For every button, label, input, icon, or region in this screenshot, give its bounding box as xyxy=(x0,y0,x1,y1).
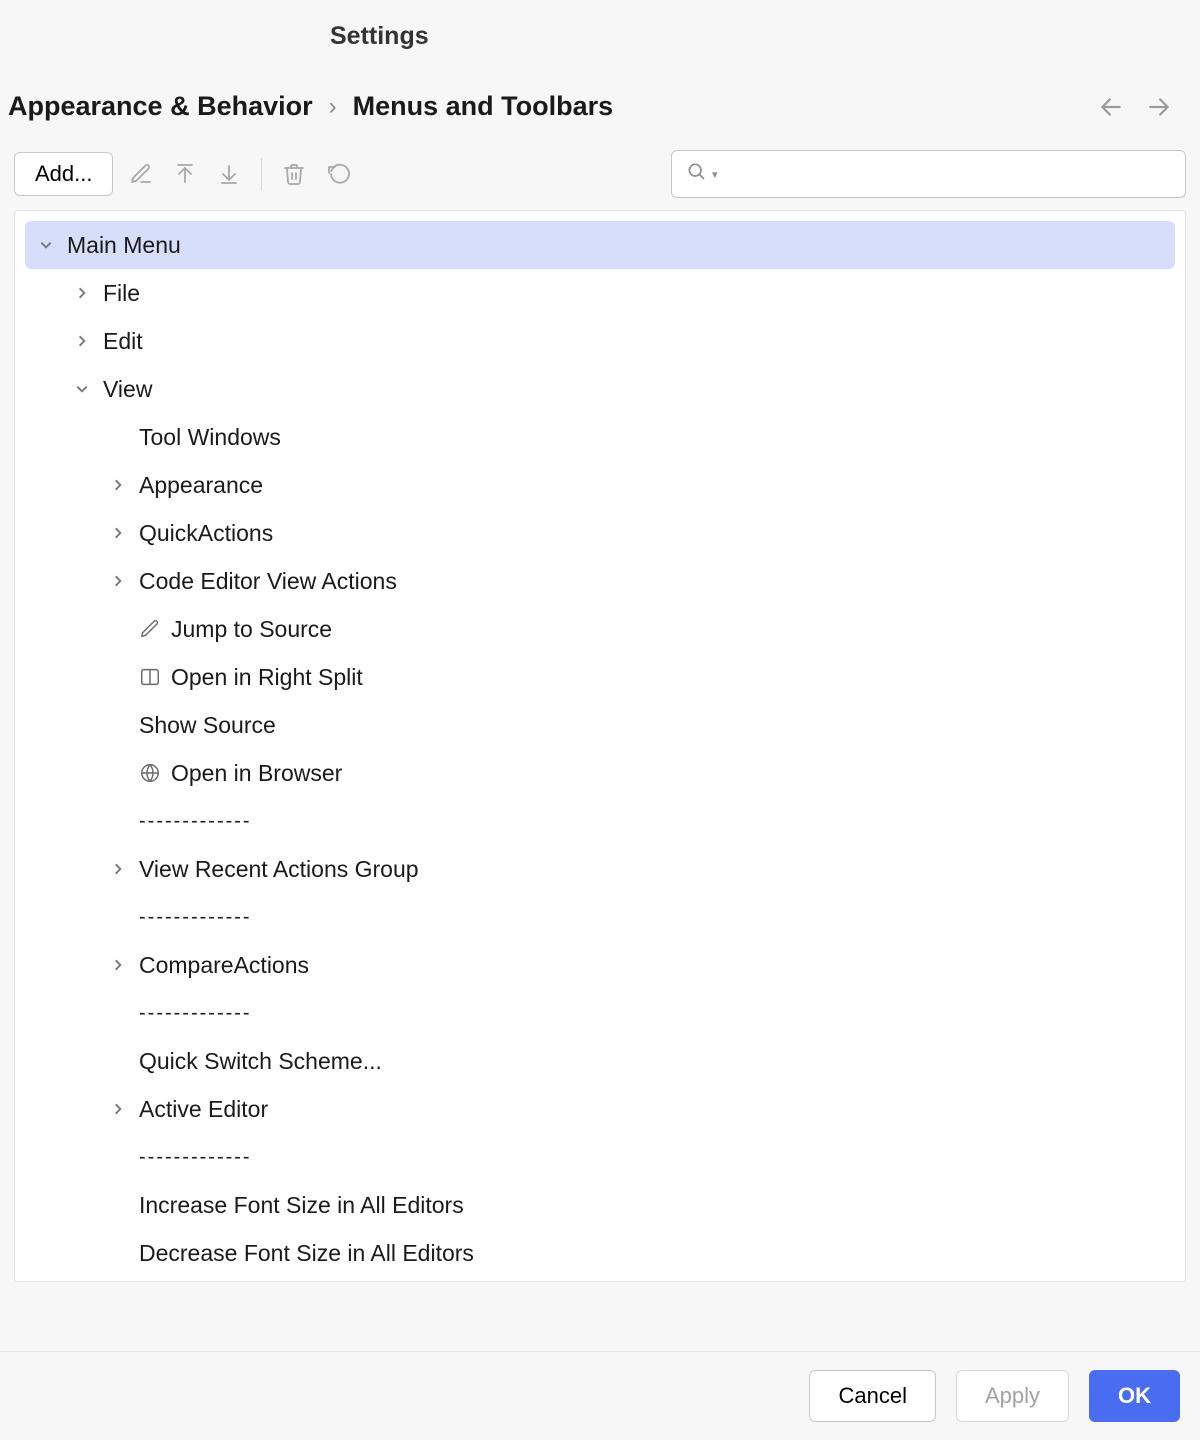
edit-icon[interactable] xyxy=(129,162,153,186)
tree-label: Show Source xyxy=(139,712,276,739)
chevron-right-icon[interactable] xyxy=(71,282,93,304)
tree-label: QuickActions xyxy=(139,520,273,547)
tree-label: Main Menu xyxy=(67,232,181,259)
move-up-icon[interactable] xyxy=(173,162,197,186)
tree-label: View Recent Actions Group xyxy=(139,856,419,883)
tree-label: Tool Windows xyxy=(139,424,281,451)
back-button[interactable] xyxy=(1098,94,1124,120)
tree-label: Open in Browser xyxy=(171,760,342,787)
window-title: Settings xyxy=(0,22,1200,51)
tree-item-file[interactable]: File xyxy=(25,269,1175,317)
tree-item-increase-font-size[interactable]: Increase Font Size in All Editors xyxy=(25,1181,1175,1229)
chevron-down-icon[interactable] xyxy=(71,378,93,400)
ok-button[interactable]: OK xyxy=(1089,1370,1180,1422)
pencil-icon xyxy=(139,618,161,640)
tree-label: Appearance xyxy=(139,472,263,499)
tree-item-main-menu[interactable]: Main Menu xyxy=(25,221,1175,269)
tree-label: View xyxy=(103,376,152,403)
tree-item-view-recent-actions-group[interactable]: View Recent Actions Group xyxy=(25,845,1175,893)
chevron-right-icon[interactable] xyxy=(107,1098,129,1120)
separator-label: ------------- xyxy=(139,1002,252,1025)
tree-item-edit[interactable]: Edit xyxy=(25,317,1175,365)
apply-button[interactable]: Apply xyxy=(956,1370,1069,1422)
tree-label: Increase Font Size in All Editors xyxy=(139,1192,464,1219)
tree-item-quick-actions[interactable]: QuickActions xyxy=(25,509,1175,557)
chevron-right-icon[interactable] xyxy=(107,858,129,880)
tree-item-compare-actions[interactable]: CompareActions xyxy=(25,941,1175,989)
tree-label: Edit xyxy=(103,328,143,355)
tree-item-decrease-font-size[interactable]: Decrease Font Size in All Editors xyxy=(25,1229,1175,1277)
chevron-right-icon[interactable] xyxy=(107,522,129,544)
tree-item-open-in-right-split[interactable]: Open in Right Split xyxy=(25,653,1175,701)
breadcrumb: Appearance & Behavior › Menus and Toolba… xyxy=(8,91,613,122)
tree-separator[interactable]: ------------- xyxy=(25,989,1175,1037)
tree-label: CompareActions xyxy=(139,952,309,979)
tree-label: Active Editor xyxy=(139,1096,268,1123)
tree-item-quick-switch-scheme[interactable]: Quick Switch Scheme... xyxy=(25,1037,1175,1085)
chevron-right-icon: › xyxy=(329,93,337,121)
search-input[interactable] xyxy=(724,162,1171,187)
search-box[interactable]: ▾ xyxy=(671,150,1186,198)
chevron-right-icon[interactable] xyxy=(71,330,93,352)
tree-panel: Main Menu File Edit View Tool Windows Ap… xyxy=(14,210,1186,1282)
separator-label: ------------- xyxy=(139,1146,252,1169)
tree-item-view[interactable]: View xyxy=(25,365,1175,413)
cancel-button[interactable]: Cancel xyxy=(809,1370,935,1422)
forward-button[interactable] xyxy=(1146,94,1172,120)
separator-label: ------------- xyxy=(139,906,252,929)
tree-separator[interactable]: ------------- xyxy=(25,1133,1175,1181)
separator-label: ------------- xyxy=(139,810,252,833)
split-right-icon xyxy=(139,666,161,688)
breadcrumb-parent[interactable]: Appearance & Behavior xyxy=(8,91,313,122)
tree-item-open-in-browser[interactable]: Open in Browser xyxy=(25,749,1175,797)
chevron-right-icon[interactable] xyxy=(107,570,129,592)
tree-label: File xyxy=(103,280,140,307)
delete-icon[interactable] xyxy=(282,162,306,186)
tree-label: Open in Right Split xyxy=(171,664,363,691)
search-icon xyxy=(686,161,706,187)
tree-label: Jump to Source xyxy=(171,616,332,643)
add-button[interactable]: Add... xyxy=(14,152,113,196)
dialog-footer: Cancel Apply OK xyxy=(0,1351,1200,1440)
tree-separator[interactable]: ------------- xyxy=(25,893,1175,941)
chevron-down-icon[interactable] xyxy=(35,234,57,256)
globe-icon xyxy=(139,762,161,784)
tree-label: Code Editor View Actions xyxy=(139,568,397,595)
tree-label: Decrease Font Size in All Editors xyxy=(139,1240,474,1267)
tree-label: Quick Switch Scheme... xyxy=(139,1048,382,1075)
toolbar: Add... ▾ xyxy=(0,146,1200,210)
chevron-right-icon[interactable] xyxy=(107,954,129,976)
toolbar-separator xyxy=(261,158,262,190)
tree-item-tool-windows[interactable]: Tool Windows xyxy=(25,413,1175,461)
breadcrumb-row: Appearance & Behavior › Menus and Toolba… xyxy=(0,61,1200,146)
chevron-right-icon[interactable] xyxy=(107,474,129,496)
tree-item-active-editor[interactable]: Active Editor xyxy=(25,1085,1175,1133)
tree-separator[interactable]: ------------- xyxy=(25,797,1175,845)
window-titlebar: Settings xyxy=(0,0,1200,61)
search-dropdown-caret[interactable]: ▾ xyxy=(712,168,718,181)
tree-item-appearance[interactable]: Appearance xyxy=(25,461,1175,509)
tree-item-show-source[interactable]: Show Source xyxy=(25,701,1175,749)
move-down-icon[interactable] xyxy=(217,162,241,186)
tree-item-code-editor-view-actions[interactable]: Code Editor View Actions xyxy=(25,557,1175,605)
breadcrumb-current[interactable]: Menus and Toolbars xyxy=(353,91,614,122)
reset-icon[interactable] xyxy=(326,162,350,186)
tree-item-jump-to-source[interactable]: Jump to Source xyxy=(25,605,1175,653)
